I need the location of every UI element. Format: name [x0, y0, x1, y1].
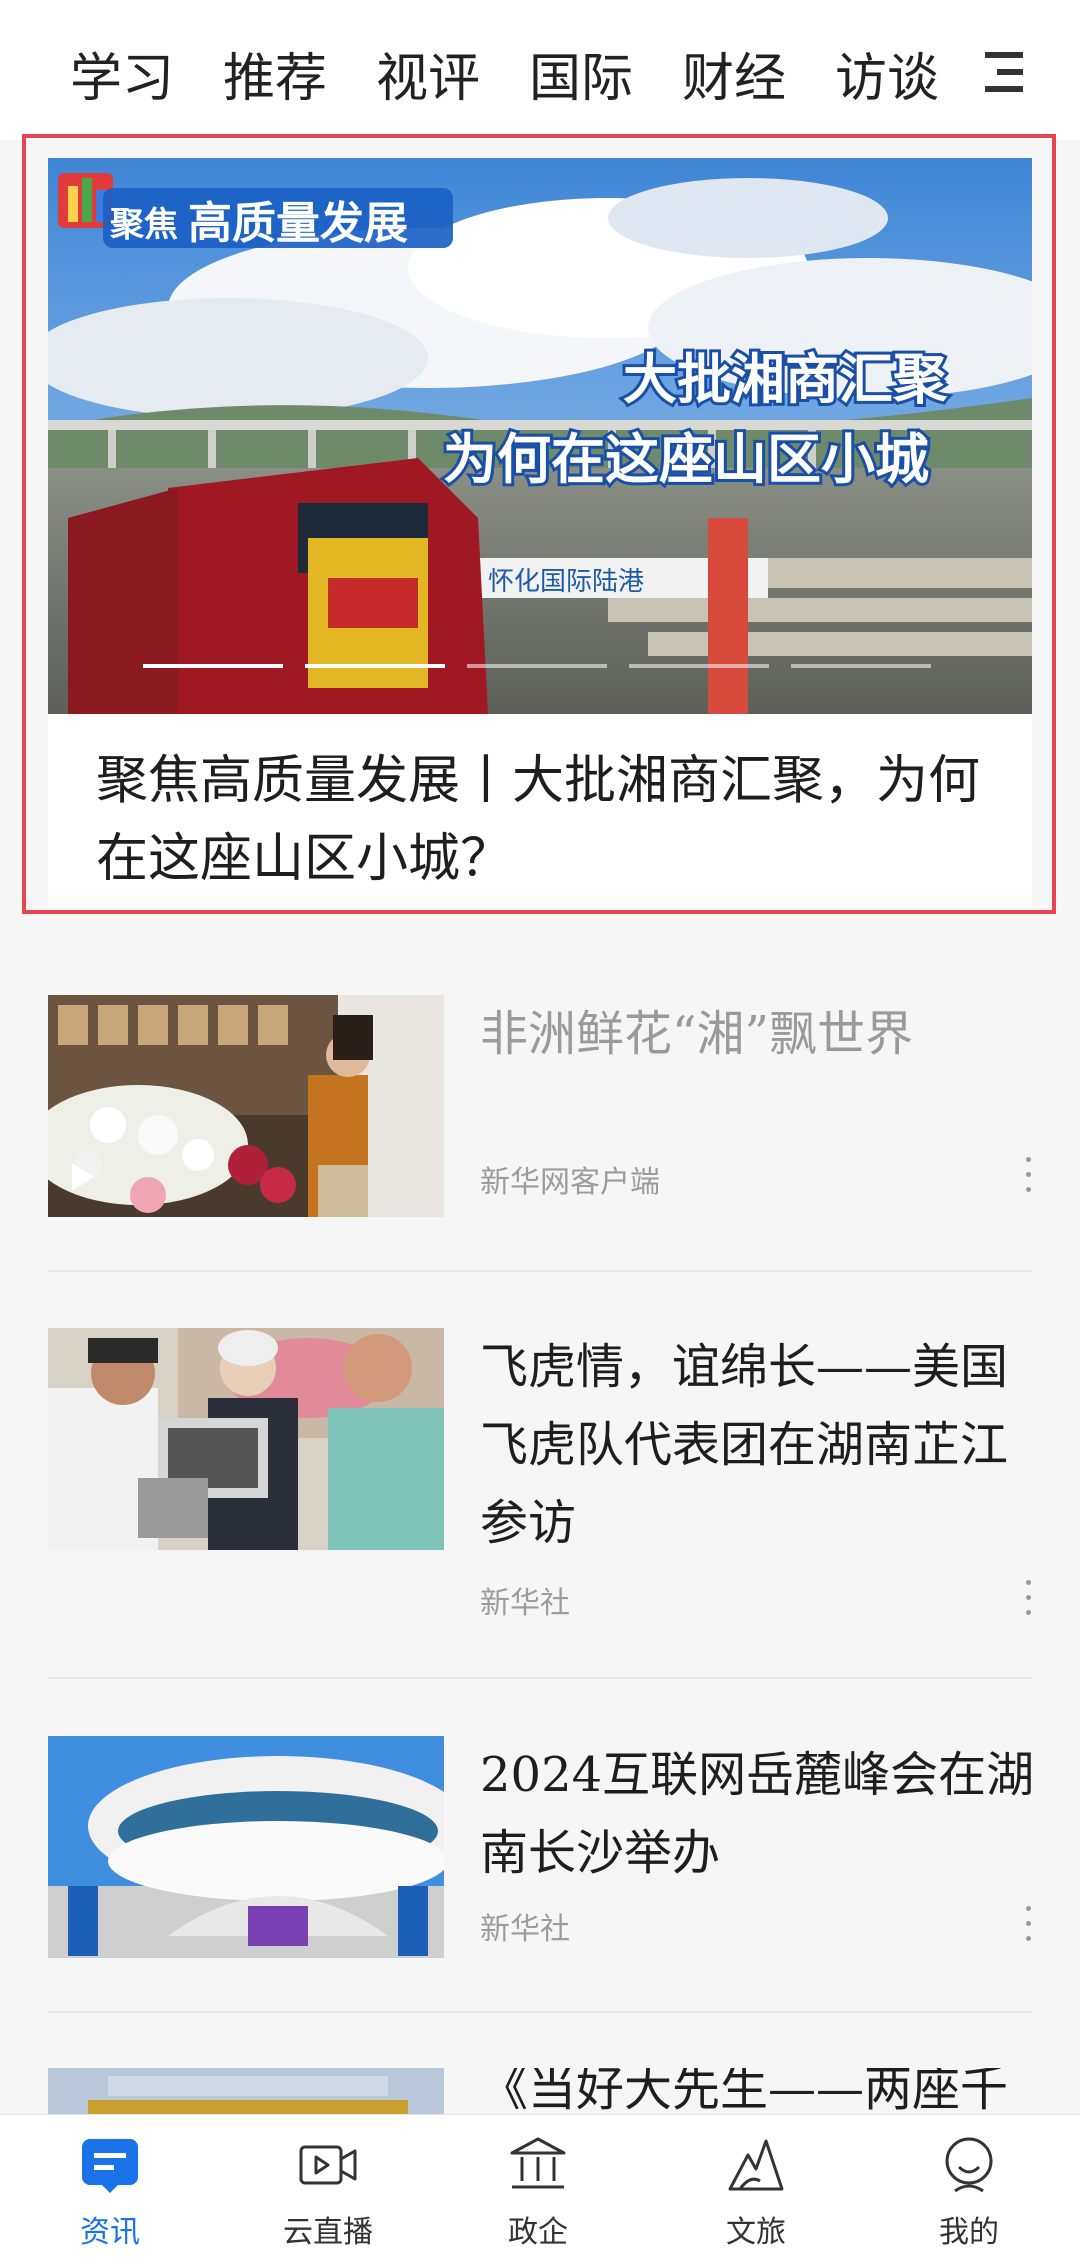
news-title[interactable]: 2024互联网岳麓峰会在湖南长沙举办	[480, 1736, 1040, 1892]
tab-study[interactable]: 学习	[70, 36, 174, 111]
divider	[48, 2011, 1032, 2013]
play-icon[interactable]	[70, 1161, 96, 1193]
news-source: 新华社	[480, 1586, 570, 1621]
nav-culture-travel[interactable]: 文旅	[676, 2115, 836, 2261]
government-icon	[510, 2137, 566, 2189]
tab-recommend[interactable]: 推荐	[223, 36, 327, 111]
top-tab-bar: 学习 推荐 视评 国际 财经 访谈	[0, 0, 1080, 140]
more-options-icon[interactable]	[1023, 1157, 1033, 1193]
selection-highlight-frame	[22, 134, 1056, 914]
news-list-item[interactable]: 非洲鲜花“湘”飘世界 新华网客户端	[48, 995, 1032, 1225]
news-thumbnail[interactable]	[48, 1328, 444, 1550]
divider	[48, 1677, 1032, 1679]
news-list-item[interactable]: 《当好大先生——两座千	[48, 2068, 1032, 2114]
news-icon	[82, 2139, 138, 2193]
news-title[interactable]: 非洲鲜花“湘”飘世界	[480, 995, 1040, 1073]
more-options-icon[interactable]	[1023, 1906, 1033, 1942]
nav-government[interactable]: 政企	[458, 2115, 618, 2261]
nav-label: 政企	[508, 2215, 568, 2250]
nav-news[interactable]: 资讯	[30, 2115, 190, 2261]
news-source: 新华社	[480, 1912, 570, 1947]
news-source: 新华网客户端	[480, 1165, 660, 1200]
nav-label: 资讯	[80, 2215, 140, 2250]
nav-live[interactable]: 云直播	[248, 2115, 408, 2261]
nav-label: 云直播	[283, 2215, 373, 2250]
news-list-item[interactable]: 飞虎情，谊绵长——美国飞虎队代表团在湖南芷江参访 新华社	[48, 1328, 1032, 1621]
tab-interview[interactable]: 访谈	[835, 36, 939, 111]
news-title[interactable]: 飞虎情，谊绵长——美国飞虎队代表团在湖南芷江参访	[480, 1328, 1040, 1562]
divider	[48, 1270, 1032, 1272]
news-thumbnail[interactable]	[48, 1736, 444, 1958]
news-list-item[interactable]: 2024互联网岳麓峰会在湖南长沙举办 新华社	[48, 1736, 1034, 1966]
nav-label: 我的	[939, 2215, 999, 2250]
nav-profile[interactable]: 我的	[889, 2115, 1049, 2261]
news-title[interactable]: 《当好大先生——两座千	[480, 2068, 1032, 2114]
tab-review[interactable]: 视评	[376, 36, 480, 111]
news-thumbnail[interactable]	[48, 995, 444, 1217]
tab-finance[interactable]: 财经	[682, 36, 786, 111]
tab-international[interactable]: 国际	[529, 36, 633, 111]
more-options-icon[interactable]	[1023, 1580, 1033, 1616]
nav-label: 文旅	[726, 2215, 786, 2250]
profile-icon	[945, 2137, 993, 2193]
channel-menu-icon[interactable]	[985, 52, 1025, 92]
video-icon	[299, 2145, 357, 2185]
mountain-icon	[728, 2139, 784, 2191]
news-thumbnail[interactable]	[48, 2068, 444, 2114]
bottom-navigation-bar: 资讯 云直播 政企 文旅 我的	[0, 2114, 1080, 2261]
